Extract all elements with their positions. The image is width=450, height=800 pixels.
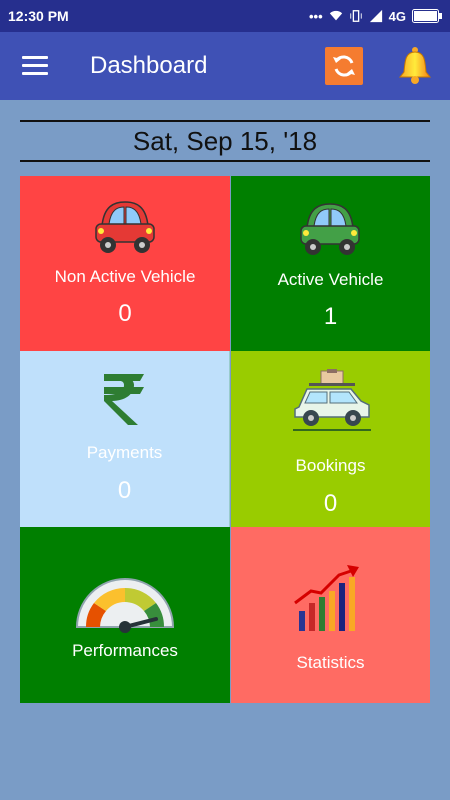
tile-count: 0: [323, 490, 338, 517]
rupee-icon: [104, 374, 144, 425]
tile-label: Non Active Vehicle: [54, 267, 196, 286]
tile-label: Payments: [86, 443, 163, 462]
bar-chart-growth-icon: [294, 565, 359, 631]
battery-icon: [412, 9, 442, 23]
vibrate-icon: [349, 10, 362, 22]
notification-button[interactable]: [396, 46, 434, 86]
status-time: 12:30 PM: [8, 8, 69, 24]
hamburger-menu-icon[interactable]: [22, 56, 48, 76]
date-text: Sat, Sep 15, '18: [132, 125, 318, 156]
refresh-icon: [333, 55, 355, 77]
status-bar: 12:30 PM ••• 4G: [0, 0, 450, 32]
tile-non-active-vehicle[interactable]: Non Active Vehicle 0: [20, 176, 230, 351]
bell-icon: [398, 47, 432, 84]
dashboard-grid: Non Active Vehicle 0 Active Vehicle 1 Pa…: [20, 176, 430, 703]
green-car-icon: [300, 203, 360, 255]
tile-count: 0: [117, 477, 132, 504]
network-type: 4G: [388, 8, 406, 24]
tile-count: 1: [323, 303, 338, 330]
tile-bookings[interactable]: Bookings 0: [231, 351, 430, 527]
tile-label: Bookings: [295, 456, 366, 475]
tile-performances[interactable]: Performances: [20, 527, 230, 703]
speedometer-gauge-icon: [75, 578, 175, 633]
red-car-icon: [95, 201, 155, 253]
status-icons: ••• 4G: [309, 9, 442, 24]
tile-count: 0: [118, 300, 132, 327]
refresh-button[interactable]: [325, 47, 363, 85]
tile-label: Performances: [72, 641, 178, 660]
car-with-luggage-icon: [293, 369, 371, 431]
app-bar: Dashboard: [0, 32, 450, 100]
tile-payments[interactable]: Payments 0: [20, 351, 230, 527]
page-title: Dashboard: [90, 52, 208, 79]
tile-label: Active Vehicle: [277, 270, 384, 289]
notification-dots-icon: •••: [309, 8, 323, 24]
date-header: Sat, Sep 15, '18: [20, 120, 430, 162]
wifi-icon: [329, 10, 342, 21]
tile-statistics[interactable]: Statistics: [231, 527, 430, 703]
tile-active-vehicle[interactable]: Active Vehicle 1: [231, 176, 430, 351]
tile-label: Statistics: [296, 653, 365, 672]
signal-icon: [369, 9, 382, 23]
